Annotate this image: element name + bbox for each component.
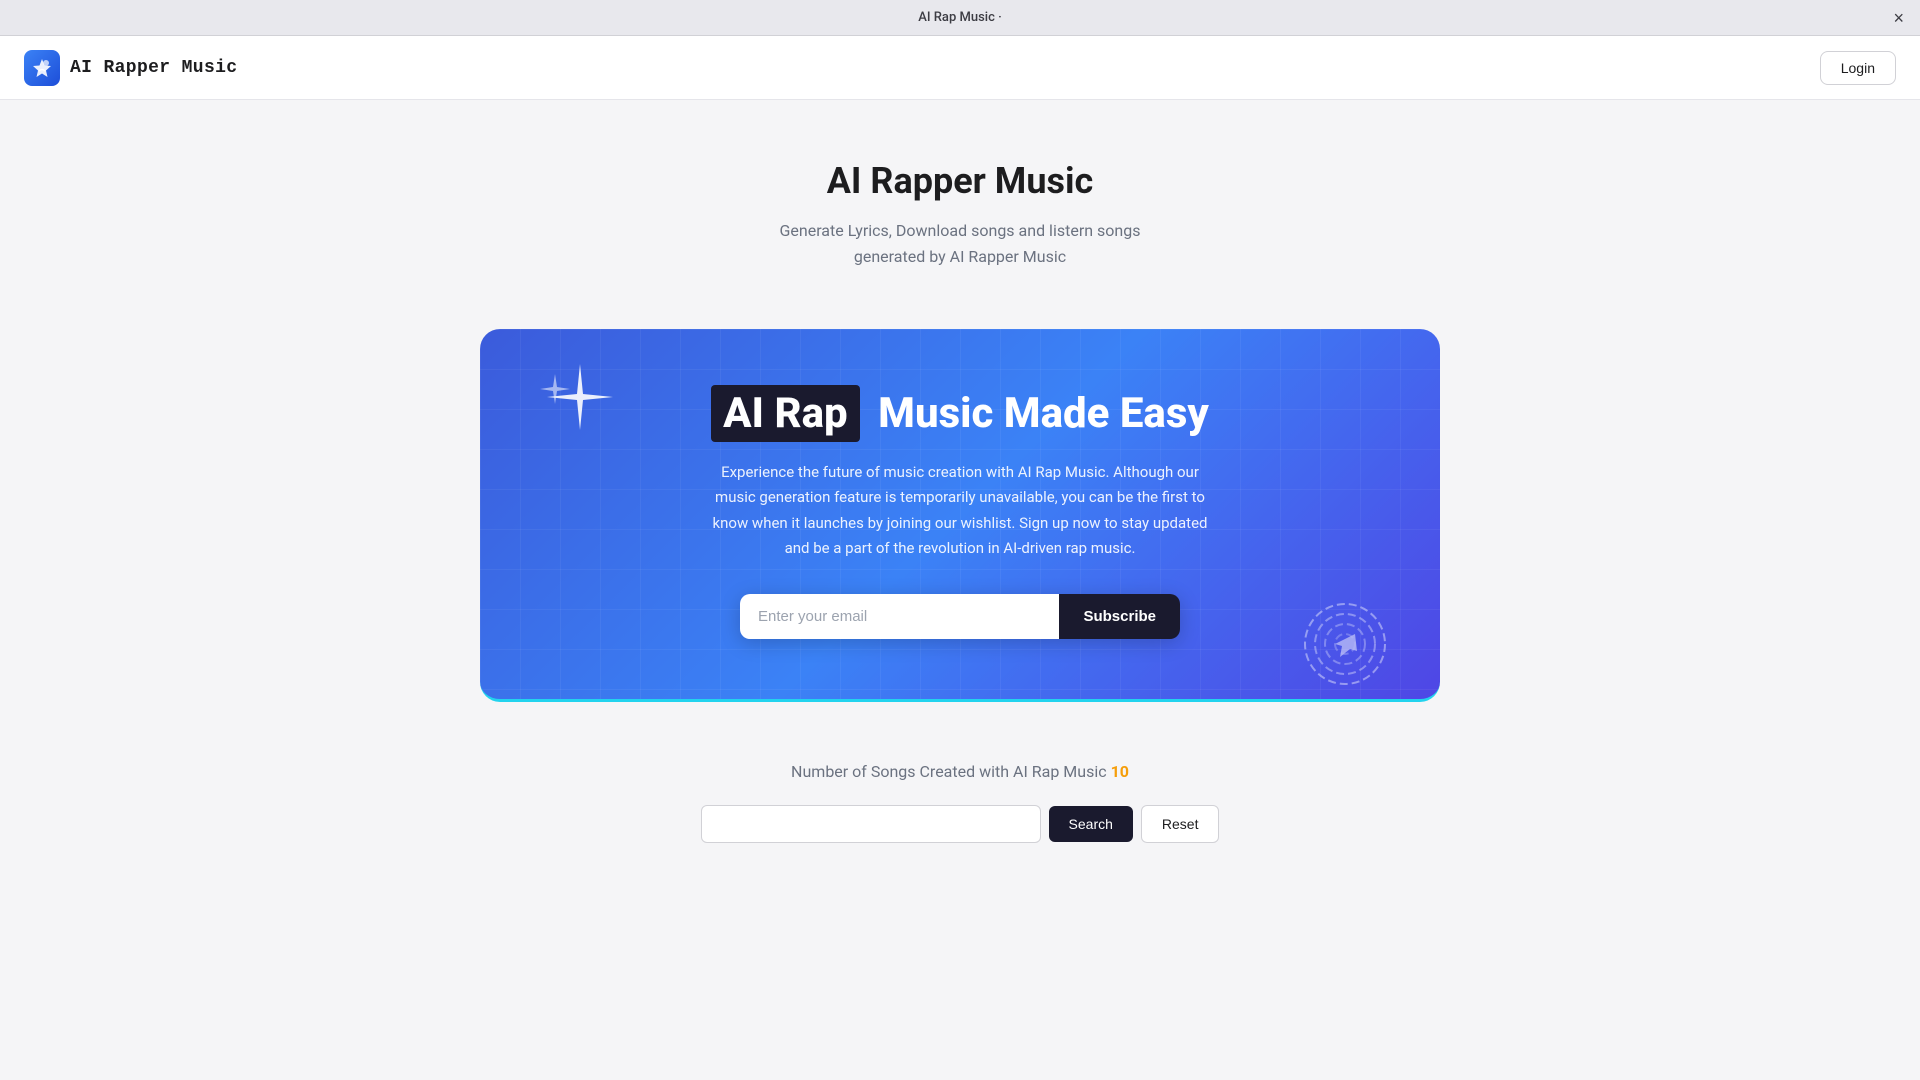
card-headline: AI Rap Music Made Easy bbox=[560, 389, 1360, 439]
songs-count-number: 10 bbox=[1111, 762, 1129, 781]
browser-close-button[interactable]: × bbox=[1893, 9, 1904, 27]
search-bar-container: Search Reset bbox=[480, 805, 1440, 843]
search-button[interactable]: Search bbox=[1049, 806, 1133, 842]
songs-section: Number of Songs Created with AI Rap Musi… bbox=[480, 762, 1440, 843]
email-form: Subscribe bbox=[740, 594, 1180, 639]
headline-highlight: AI Rap bbox=[711, 385, 860, 442]
email-input[interactable] bbox=[740, 594, 1059, 639]
blue-card: AI Rap Music Made Easy Experience the fu… bbox=[480, 329, 1440, 701]
login-button[interactable]: Login bbox=[1820, 51, 1896, 85]
card-description: Experience the future of music creation … bbox=[710, 460, 1210, 562]
hero-subtitle-line2: generated by AI Rapper Music bbox=[854, 247, 1066, 266]
browser-title: AI Rap Music · bbox=[918, 10, 1002, 25]
reset-button[interactable]: Reset bbox=[1141, 805, 1220, 843]
search-input[interactable] bbox=[701, 805, 1041, 843]
app-name: AI Rapper Music bbox=[70, 58, 237, 78]
hero-section: AI Rapper Music Generate Lyrics, Downloa… bbox=[20, 160, 1900, 269]
songs-count-prefix: Number of Songs Created with AI Rap Musi… bbox=[791, 762, 1107, 781]
songs-count: Number of Songs Created with AI Rap Musi… bbox=[480, 762, 1440, 781]
app-header: AI Rapper Music Login bbox=[0, 36, 1920, 100]
headline-rest: Music Made Easy bbox=[878, 389, 1209, 438]
app-logo: AI Rapper Music bbox=[24, 50, 237, 86]
hero-title: AI Rapper Music bbox=[20, 160, 1900, 202]
logo-icon bbox=[24, 50, 60, 86]
subscribe-button[interactable]: Subscribe bbox=[1059, 594, 1180, 639]
browser-chrome: AI Rap Music · × bbox=[0, 0, 1920, 36]
card-content: AI Rap Music Made Easy Experience the fu… bbox=[560, 389, 1360, 638]
hero-subtitle-line1: Generate Lyrics, Download songs and list… bbox=[779, 221, 1140, 240]
main-content: AI Rapper Music Generate Lyrics, Downloa… bbox=[0, 100, 1920, 883]
hero-subtitle: Generate Lyrics, Download songs and list… bbox=[710, 218, 1210, 269]
